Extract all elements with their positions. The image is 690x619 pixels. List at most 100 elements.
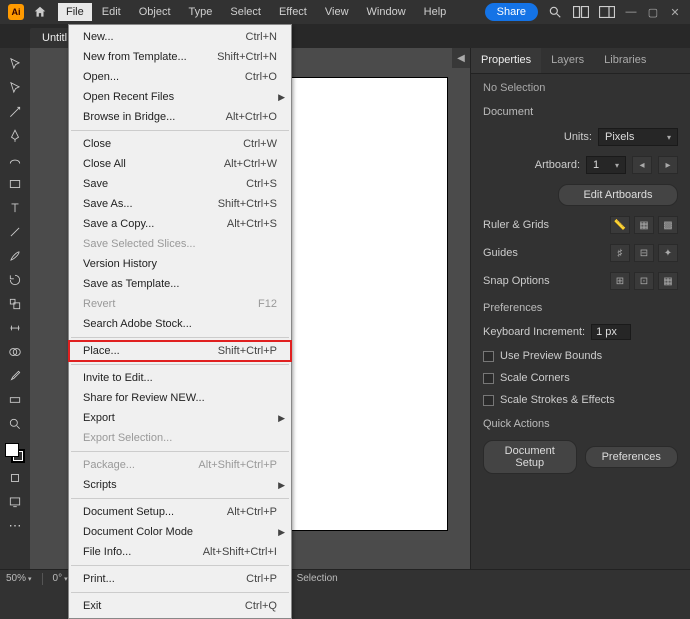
type-tool[interactable] [4,198,26,218]
menu-separator [71,498,289,499]
menu-view[interactable]: View [317,3,357,21]
fill-stroke-swatch[interactable] [4,442,26,464]
snap-point-icon[interactable]: ⊡ [634,272,654,290]
ruler-grids-label: Ruler & Grids [483,219,549,231]
grid-icon[interactable]: ▦ [634,216,654,234]
scale-tool[interactable] [4,294,26,314]
file-menu-document-color-mode[interactable]: Document Color Mode▶ [69,522,291,542]
file-menu-share-for-review-new[interactable]: Share for Review NEW... [69,388,291,408]
file-menu-new[interactable]: New...Ctrl+N [69,27,291,47]
minimize-button[interactable]: — [624,5,638,19]
curvature-tool[interactable] [4,150,26,170]
menu-file[interactable]: File [58,3,92,21]
zoom-tool[interactable] [4,414,26,434]
properties-panel: PropertiesLayersLibraries No Selection D… [470,48,690,569]
preferences-button[interactable]: Preferences [585,446,679,468]
use-preview-bounds-checkbox[interactable] [483,351,494,362]
file-menu-print[interactable]: Print...Ctrl+P [69,569,291,589]
units-dropdown[interactable]: Pixels▾ [598,128,678,146]
width-tool[interactable] [4,318,26,338]
file-menu-scripts[interactable]: Scripts▶ [69,475,291,495]
panel-collapse-toggle[interactable]: ◀ [452,48,470,68]
artboard-prev-icon[interactable]: ◂ [632,156,652,174]
artboard-next-icon[interactable]: ▸ [658,156,678,174]
search-icon[interactable] [546,3,564,21]
guides-visibility-icon[interactable]: ♯ [610,244,630,262]
rectangle-tool[interactable] [4,174,26,194]
snap-pixel-icon[interactable]: ⊞ [610,272,630,290]
zoom-control[interactable]: 50%▾ [6,573,32,584]
close-button[interactable]: ✕ [668,5,682,19]
rotate-tool[interactable] [4,270,26,290]
file-menu-close-all[interactable]: Close AllAlt+Ctrl+W [69,154,291,174]
arrange-documents-icon[interactable] [572,3,590,21]
submenu-arrow-icon: ▶ [278,524,285,540]
file-menu-export[interactable]: Export▶ [69,408,291,428]
menu-separator [71,451,289,452]
direct-selection-tool[interactable] [4,78,26,98]
menu-object[interactable]: Object [131,3,179,21]
menu-edit[interactable]: Edit [94,3,129,21]
menu-effect[interactable]: Effect [271,3,315,21]
file-menu-close[interactable]: CloseCtrl+W [69,134,291,154]
keyboard-increment-input[interactable]: 1 px [591,324,631,340]
transparency-grid-icon[interactable]: ▩ [658,216,678,234]
file-menu-new-from-template[interactable]: New from Template...Shift+Ctrl+N [69,47,291,67]
gradient-tool[interactable] [4,390,26,410]
file-menu-open[interactable]: Open...Ctrl+O [69,67,291,87]
file-menu-browse-in-bridge[interactable]: Browse in Bridge...Alt+Ctrl+O [69,107,291,127]
file-menu-open-recent-files[interactable]: Open Recent Files▶ [69,87,291,107]
line-segment-tool[interactable] [4,222,26,242]
home-icon[interactable] [32,4,48,20]
tool-strip: ⋯ [0,48,30,569]
ruler-icon[interactable]: 📏 [610,216,630,234]
panel-tabs: PropertiesLayersLibraries [471,48,690,74]
file-menu-save-as-template[interactable]: Save as Template... [69,274,291,294]
panel-tab-properties[interactable]: Properties [471,48,541,73]
workspace-switcher-icon[interactable] [598,3,616,21]
share-button[interactable]: Share [485,3,538,21]
guides-smart-icon[interactable]: ✦ [658,244,678,262]
paintbrush-tool[interactable] [4,246,26,266]
menu-help[interactable]: Help [416,3,455,21]
eyedropper-tool[interactable] [4,366,26,386]
scale-corners-checkbox[interactable] [483,373,494,384]
file-menu-exit[interactable]: ExitCtrl+Q [69,596,291,616]
artboard[interactable] [290,78,447,530]
rotate-view-control[interactable]: 0°▾ [53,573,68,584]
file-menu-version-history[interactable]: Version History [69,254,291,274]
menu-window[interactable]: Window [359,3,414,21]
edit-artboards-button[interactable]: Edit Artboards [558,184,678,206]
file-menu-save-as[interactable]: Save As...Shift+Ctrl+S [69,194,291,214]
menu-select[interactable]: Select [222,3,269,21]
panel-tab-layers[interactable]: Layers [541,48,594,73]
shape-builder-tool[interactable] [4,342,26,362]
file-menu-file-info[interactable]: File Info...Alt+Shift+Ctrl+I [69,542,291,562]
edit-toolbar-icon[interactable]: ⋯ [4,516,26,536]
selection-tool[interactable] [4,54,26,74]
pen-tool[interactable] [4,126,26,146]
snap-grid-icon[interactable]: ▦ [658,272,678,290]
file-menu-package: Package...Alt+Shift+Ctrl+P [69,455,291,475]
maximize-button[interactable]: ▢ [646,5,660,19]
artboard-dropdown[interactable]: 1▾ [586,156,626,174]
units-label: Units: [564,131,592,143]
panel-tab-libraries[interactable]: Libraries [594,48,656,73]
file-menu-search-adobe-stock[interactable]: Search Adobe Stock... [69,314,291,334]
guides-lock-icon[interactable]: ⊟ [634,244,654,262]
file-menu-invite-to-edit[interactable]: Invite to Edit... [69,368,291,388]
draw-mode-icon[interactable] [4,468,26,488]
menu-type[interactable]: Type [181,3,221,21]
quick-actions-label: Quick Actions [483,418,678,430]
topbar: Ai FileEditObjectTypeSelectEffectViewWin… [0,0,690,24]
scale-strokes-effects-label: Scale Strokes & Effects [500,394,615,406]
file-menu-document-setup[interactable]: Document Setup...Alt+Ctrl+P [69,502,291,522]
file-menu-save[interactable]: SaveCtrl+S [69,174,291,194]
file-menu-save-a-copy[interactable]: Save a Copy...Alt+Ctrl+S [69,214,291,234]
selection-status: Selection [297,573,338,584]
scale-strokes-effects-checkbox[interactable] [483,395,494,406]
magic-wand-tool[interactable] [4,102,26,122]
screen-mode-icon[interactable] [4,492,26,512]
document-setup-button[interactable]: Document Setup [483,440,577,474]
file-menu-place[interactable]: Place...Shift+Ctrl+P [69,341,291,361]
